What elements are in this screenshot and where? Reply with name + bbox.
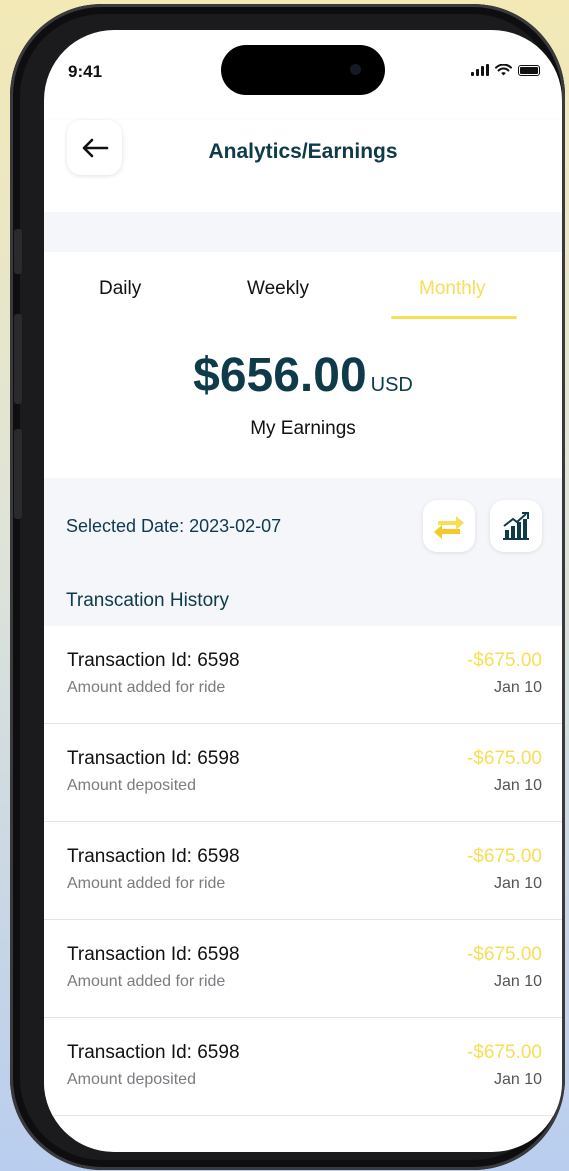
app-header: Analytics/Earnings: [44, 120, 562, 212]
transaction-date: Jan 10: [493, 777, 542, 794]
signal-icon: [471, 64, 489, 76]
earnings-label: My Earnings: [250, 418, 356, 439]
transaction-amount: -$675.00: [466, 748, 542, 769]
transaction-amount: -$675.00: [466, 650, 542, 671]
phone-frame: 9:41 Analytics/Earnings Daily Weekly Mon…: [10, 4, 565, 1170]
transaction-row[interactable]: Transaction Id: 6598 Amount added for ri…: [44, 822, 562, 920]
transaction-amount: -$675.00: [466, 846, 542, 867]
earnings-currency: USD: [370, 374, 413, 396]
transaction-row[interactable]: Transaction Id: 6598 Amount deposited -$…: [44, 724, 562, 822]
growth-chart-icon: [503, 512, 529, 540]
transaction-date: Jan 10: [493, 875, 542, 892]
volume-up-button: [14, 314, 22, 404]
period-tabs: Daily Weekly Monthly: [44, 278, 562, 319]
transaction-date: Jan 10: [493, 973, 542, 990]
app-screen: 9:41 Analytics/Earnings Daily Weekly Mon…: [44, 30, 562, 1152]
camera-icon: [350, 64, 361, 75]
chart-button[interactable]: [490, 500, 542, 552]
transaction-id: Transaction Id: 6598: [67, 1042, 240, 1063]
swap-arrows-icon: [434, 516, 464, 539]
transaction-row[interactable]: Transaction Id: 6598 Amount added for ri…: [44, 626, 562, 724]
active-tab-indicator: [391, 316, 517, 319]
status-time: 9:41: [68, 62, 103, 81]
wifi-icon: [495, 64, 512, 76]
transaction-description: Amount added for ride: [67, 679, 226, 696]
tab-daily[interactable]: Daily: [99, 278, 141, 300]
transaction-id: Transaction Id: 6598: [67, 748, 240, 769]
transaction-id: Transaction Id: 6598: [67, 846, 240, 867]
transaction-id: Transaction Id: 6598: [67, 650, 240, 671]
earnings-amount-row: $656.00 USD: [44, 348, 562, 403]
header-divider-band: [44, 212, 562, 252]
transaction-row[interactable]: Transaction Id: 6598 Amount deposited -$…: [44, 1018, 562, 1116]
earnings-amount: $656.00: [193, 349, 367, 402]
transaction-id: Transaction Id: 6598: [67, 944, 240, 965]
transaction-history-title: Transcation History: [66, 590, 229, 611]
transaction-date: Jan 10: [493, 1071, 542, 1088]
transaction-description: Amount deposited: [67, 777, 196, 794]
transaction-date: Jan 10: [493, 679, 542, 696]
transaction-amount: -$675.00: [466, 944, 542, 965]
swap-button[interactable]: [423, 500, 475, 552]
battery-icon: [518, 64, 540, 76]
page-title: Analytics/Earnings: [208, 140, 398, 163]
tab-monthly[interactable]: Monthly: [419, 278, 486, 300]
transaction-list: Transaction Id: 6598 Amount added for ri…: [44, 626, 562, 1116]
selected-date-section: Selected Date: 2023-02-07 Transcation Hi…: [44, 478, 562, 626]
transaction-amount: -$675.00: [466, 1042, 542, 1063]
dynamic-island: [221, 45, 385, 95]
transaction-description: Amount added for ride: [67, 973, 226, 990]
selected-date: Selected Date: 2023-02-07: [66, 516, 282, 536]
earnings-card: Daily Weekly Monthly $656.00 USD My Earni…: [44, 252, 562, 478]
mute-switch: [14, 229, 22, 274]
transaction-description: Amount added for ride: [67, 875, 226, 892]
transaction-row[interactable]: Transaction Id: 6598 Amount added for ri…: [44, 920, 562, 1018]
status-bar: 9:41: [44, 30, 562, 120]
volume-down-button: [14, 429, 22, 519]
transaction-description: Amount deposited: [67, 1071, 196, 1088]
status-icons: [471, 64, 540, 76]
tab-weekly[interactable]: Weekly: [247, 278, 309, 300]
